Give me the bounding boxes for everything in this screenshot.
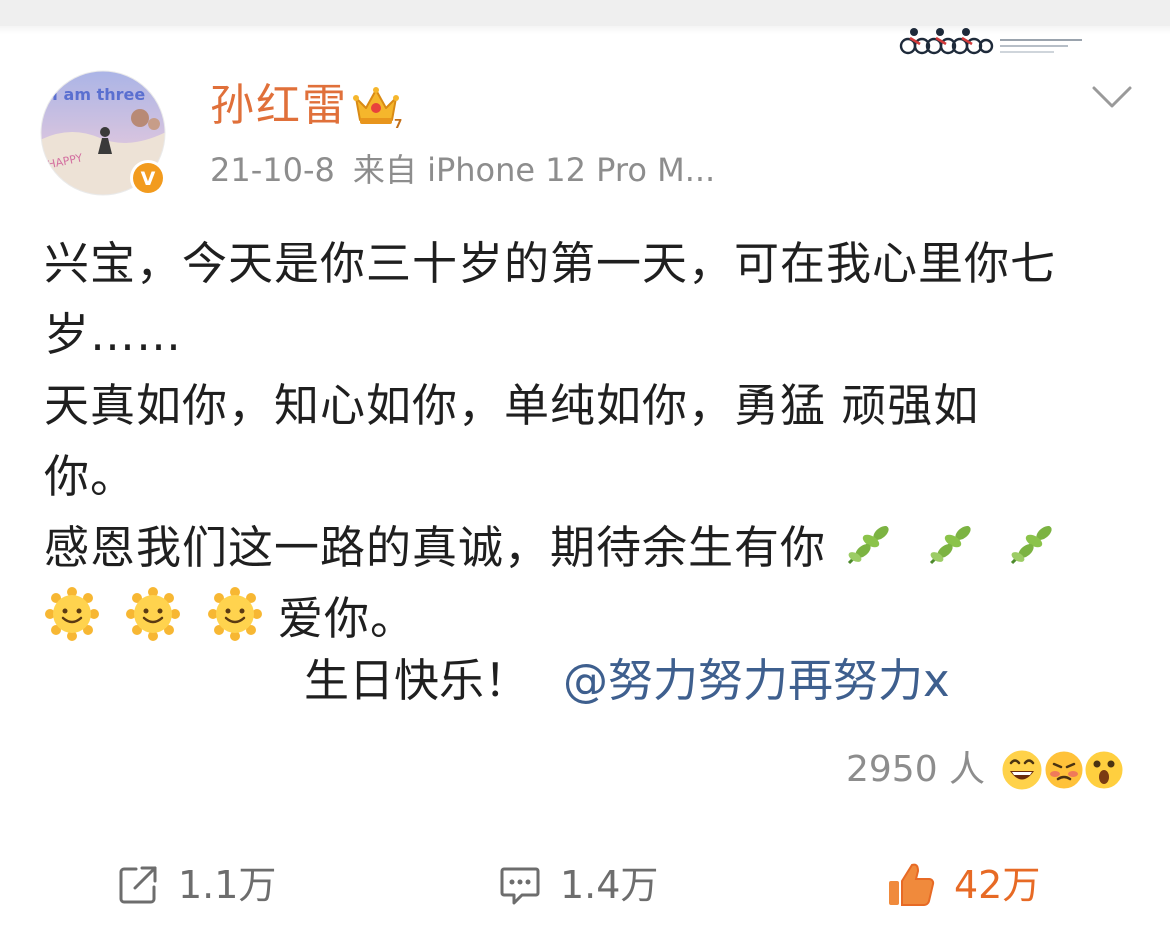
crown-icon[interactable]: 7 (350, 82, 402, 130)
post-text-line: 感恩我们这一路的真诚，期待余生有你 (44, 512, 1134, 583)
sun-face-emoji (45, 587, 99, 641)
post-text-line: 岁…… (44, 308, 183, 361)
post-meta: 21-10-8 来自 iPhone 12 Pro M... (210, 148, 715, 192)
svg-text:7: 7 (394, 117, 402, 130)
author-name[interactable]: 孙红雷 (210, 78, 348, 134)
leaf-emoji (848, 525, 889, 565)
share-icon (119, 866, 157, 904)
top-strip (0, 0, 1170, 26)
svg-text:I am three: I am three (52, 85, 145, 104)
post-text-line: 兴宝，今天是你三十岁的第一天，可在我心里你七 (44, 237, 1057, 290)
like-count: 42万 (954, 863, 1041, 907)
post-text-line: 天真如你，知心如你，单纯如你，勇猛 顽强如 (44, 379, 980, 432)
svg-text:V: V (141, 168, 156, 190)
post-source[interactable]: 来自 iPhone 12 Pro M... (353, 151, 715, 189)
post-text-segment: 爱你。 (277, 592, 416, 645)
birthday-text: 生日快乐！ (304, 654, 530, 707)
avatar[interactable]: I am three HAPPY V (40, 70, 170, 200)
repost-count: 1.1万 (178, 863, 277, 907)
reaction-count: 2950 人 (846, 749, 986, 790)
post-date: 21-10-8 (210, 151, 335, 189)
user-mention-link[interactable]: @努力努力再努力x (563, 654, 950, 707)
comment-count: 1.4万 (560, 863, 659, 907)
post-body: 兴宝，今天是你三十岁的第一天，可在我心里你七 岁…… 天真如你，知心如你，单纯如… (44, 228, 1134, 654)
comment-button[interactable]: 1.4万 (498, 852, 658, 918)
birthday-line: 生日快乐！ @努力努力再努力x (304, 645, 950, 716)
post-text-segment: 感恩我们这一路的真诚，期待余生有你 (44, 521, 827, 574)
cycling-sticker-icon (899, 28, 1082, 55)
comment-icon (500, 867, 540, 905)
verified-badge-icon: V (130, 160, 166, 196)
post-action-bar: 1.1万 1.4万 42万 (0, 852, 1170, 922)
surprised-face-icon (1082, 748, 1126, 792)
thumbs-up-icon (889, 863, 935, 906)
post-text-line: 爱你。 (44, 583, 1134, 654)
like-button[interactable]: 42万 (886, 852, 1040, 918)
repost-button[interactable]: 1.1万 (116, 852, 276, 918)
post-text-line: 你。 (44, 450, 137, 503)
reaction-faces (999, 747, 1126, 793)
weibo-post-screen: I am three HAPPY V 孙红雷 7 21-10-8 来自 iPhon… (0, 0, 1170, 936)
leaf-emoji (929, 525, 971, 565)
sun-face-emoji (207, 587, 262, 641)
laughing-face-icon (999, 747, 1045, 793)
blushing-face-icon (1042, 748, 1086, 792)
sun-face-emoji (126, 587, 181, 641)
chevron-down-icon[interactable] (1090, 82, 1134, 112)
leaf-emoji (1010, 525, 1052, 565)
